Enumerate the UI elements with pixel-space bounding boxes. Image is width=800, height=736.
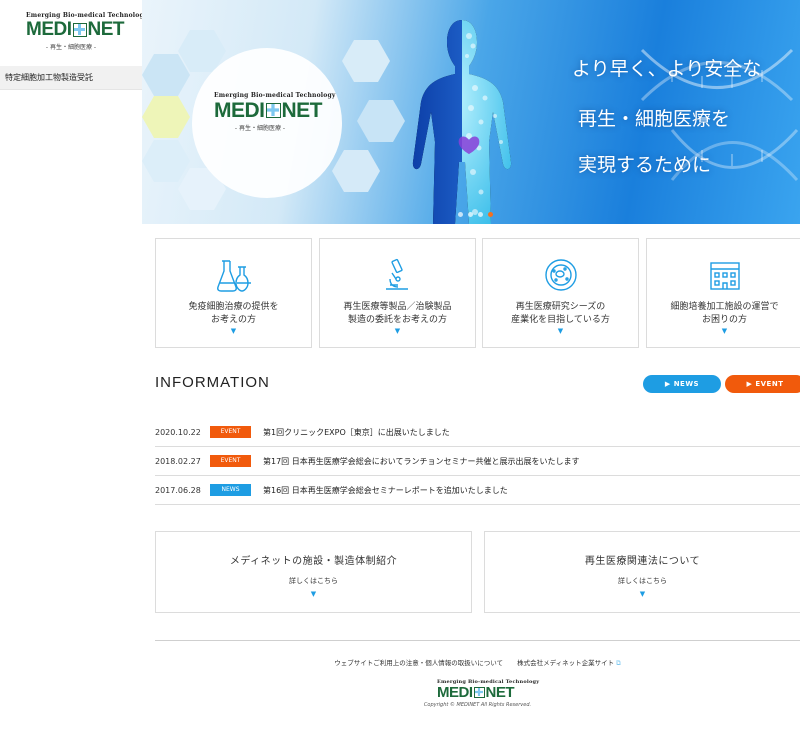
service-card-label: 再生医療等製品／治験製品 製造の委託をお考えの方 [320, 301, 475, 327]
news-date: 2020.10.22 [155, 427, 201, 437]
news-badge-event: EVENT [210, 455, 251, 467]
human-body-illustration [412, 20, 512, 224]
logo-word-left: MEDI [26, 19, 72, 40]
hexagon-decoration [142, 96, 190, 138]
site-logo[interactable]: Emerging Bio-medical Technology MEDI NET… [14, 12, 147, 56]
footer-logo-cross-icon [473, 687, 485, 698]
news-item[interactable]: 2017.06.28 NEWS 第16回 日本再生医療学会総会セミナーレポートを… [155, 476, 800, 505]
hexagon-decoration [142, 54, 190, 96]
logo-wordmark: MEDI NET [26, 20, 124, 39]
hero-logo-word-left: MEDI [214, 99, 265, 122]
service-card-facility-operation[interactable]: 細胞培養加工施設の運営で お困りの方 ▼ [646, 238, 800, 348]
hero-logo-wordmark: MEDI NET [214, 100, 324, 121]
footer-logo-word-left: MEDI [437, 684, 473, 701]
footer-logo[interactable]: Emerging Bio-medical Technology MEDI NET [437, 679, 539, 700]
footer-divider [155, 640, 800, 641]
hero-logo-tagline: Emerging Bio-medical Technology [214, 92, 336, 99]
sidebar: Emerging Bio-medical Technology MEDI NET… [0, 0, 147, 736]
service-card-label-line1: 再生医療研究シーズの [515, 302, 606, 312]
carousel-dot[interactable] [478, 212, 483, 217]
facility-intro-title: メディネットの施設・製造体制紹介 [229, 556, 398, 567]
footer-link-corporate[interactable]: 株式会社メディネット企業サイト ⧉ [517, 659, 621, 667]
footer-link-privacy[interactable]: ウェブサイトご利用上の注意・個人情報の取扱いについて [334, 659, 503, 667]
regulation-box[interactable]: 再生医療関連法について 詳しくはこちら ▼ [484, 531, 800, 613]
service-card-manufacturing[interactable]: 再生医療等製品／治験製品 製造の委託をお考えの方 ▼ [319, 238, 476, 348]
service-card-label: 細胞培養加工施設の運営で お困りの方 [647, 301, 800, 327]
cell-icon [545, 259, 577, 291]
triangle-down-icon: ▼ [721, 327, 728, 335]
hexagon-decoration [342, 40, 390, 82]
news-item[interactable]: 2018.02.27 EVENT 第17回 日本再生医療学会総会においてランチョ… [155, 447, 800, 476]
triangle-down-icon: ▼ [310, 590, 317, 598]
hero-headline-line2: 再生・細胞医療を [578, 108, 731, 130]
news-title[interactable]: 第1回クリニックEXPO［東京］に出展いたしました [263, 427, 450, 438]
regulation-link[interactable]: 詳しくはこちら [485, 576, 800, 586]
service-card-label: 免疫細胞治療の提供を お考えの方 [156, 301, 311, 327]
logo-subtitle: - 再生・細胞医療 - [45, 44, 97, 51]
service-card-label-line1: 免疫細胞治療の提供を [188, 302, 279, 312]
external-link-icon: ⧉ [616, 659, 621, 667]
service-card-research-seeds[interactable]: 再生医療研究シーズの 産業化を目指している方 ▼ [482, 238, 639, 348]
triangle-down-icon: ▼ [230, 327, 237, 335]
event-button[interactable]: ▶ EVENT [725, 375, 800, 393]
carousel-dot-active[interactable] [488, 212, 493, 217]
hero-logo-cross-icon [265, 103, 281, 118]
news-title[interactable]: 第17回 日本再生医療学会総会においてランチョンセミナー共催と展示出展をいたしま… [263, 456, 579, 467]
news-list: 2020.10.22 EVENT 第1回クリニックEXPO［東京］に出展いたしま… [155, 418, 800, 505]
hero-logo-subtitle: - 再生・細胞医療 - [234, 125, 286, 132]
news-button[interactable]: ▶ NEWS [643, 375, 721, 393]
service-card-label-line2: 製造の委託をお考えの方 [347, 315, 447, 325]
facility-intro-link[interactable]: 詳しくはこちら [156, 576, 471, 586]
service-cards: 免疫細胞治療の提供を お考えの方 ▼ 再生医療等製品／治験製品 製造の委託をお考… [155, 238, 800, 348]
news-date: 2018.02.27 [155, 456, 201, 466]
carousel-dot[interactable] [468, 212, 473, 217]
hero-headline-line3: 実現するために [578, 154, 712, 176]
triangle-down-icon: ▼ [557, 327, 564, 335]
service-card-label-line2: 産業化を目指している方 [511, 315, 610, 325]
footer-links: ウェブサイトご利用上の注意・個人情報の取扱いについて 株式会社メディネット企業サ… [155, 657, 800, 668]
logo-tagline: Emerging Bio-medical Technology [26, 12, 148, 19]
news-date: 2017.06.28 [155, 485, 201, 495]
copyright: Copyright © MEDINET All Rights Reserved. [423, 702, 532, 708]
hexagon-decoration [142, 140, 190, 182]
hero-logo: Emerging Bio-medical Technology MEDI NET… [214, 92, 336, 132]
news-badge-event: EVENT [210, 426, 251, 438]
flask-icon [217, 260, 251, 292]
triangle-down-icon: ▼ [394, 327, 401, 335]
carousel-dot[interactable] [458, 212, 463, 217]
service-card-label-line2: お困りの方 [701, 315, 747, 325]
information-heading: INFORMATION [155, 374, 270, 391]
news-badge-news: NEWS [210, 484, 251, 496]
service-card-label-line1: 再生医療等製品／治験製品 [343, 302, 452, 312]
microscope-icon [386, 258, 408, 290]
hexagon-decoration [332, 150, 380, 192]
sidebar-item-contract-manufacturing[interactable]: 特定細胞加工物製造受託 [0, 66, 142, 90]
hero-banner: Emerging Bio-medical Technology MEDI NET… [142, 0, 800, 224]
service-card-label: 再生医療研究シーズの 産業化を目指している方 [483, 301, 638, 327]
footer-link-corporate-label: 株式会社メディネット企業サイト [517, 659, 615, 667]
news-item[interactable]: 2020.10.22 EVENT 第1回クリニックEXPO［東京］に出展いたしま… [155, 418, 800, 447]
carousel-dots [458, 212, 493, 217]
facility-intro-box[interactable]: メディネットの施設・製造体制紹介 詳しくはこちら ▼ [155, 531, 472, 613]
footer-logo-wordmark: MEDI NET [437, 685, 521, 700]
service-card-label-line2: お考えの方 [210, 315, 256, 325]
service-card-label-line1: 細胞培養加工施設の運営で [670, 302, 779, 312]
hero-logo-word-right: NET [281, 99, 323, 122]
logo-cross-icon [72, 22, 87, 37]
news-title[interactable]: 第16回 日本再生医療学会総会セミナーレポートを追加いたしました [263, 485, 508, 496]
logo-word-right: NET [87, 19, 125, 40]
building-icon [710, 262, 740, 290]
service-card-immune-therapy[interactable]: 免疫細胞治療の提供を お考えの方 ▼ [155, 238, 312, 348]
hero-headline-line1: より早く、より安全な [572, 58, 762, 80]
regulation-title: 再生医療関連法について [584, 556, 701, 567]
footer-logo-word-right: NET [485, 684, 515, 701]
triangle-down-icon: ▼ [639, 590, 646, 598]
